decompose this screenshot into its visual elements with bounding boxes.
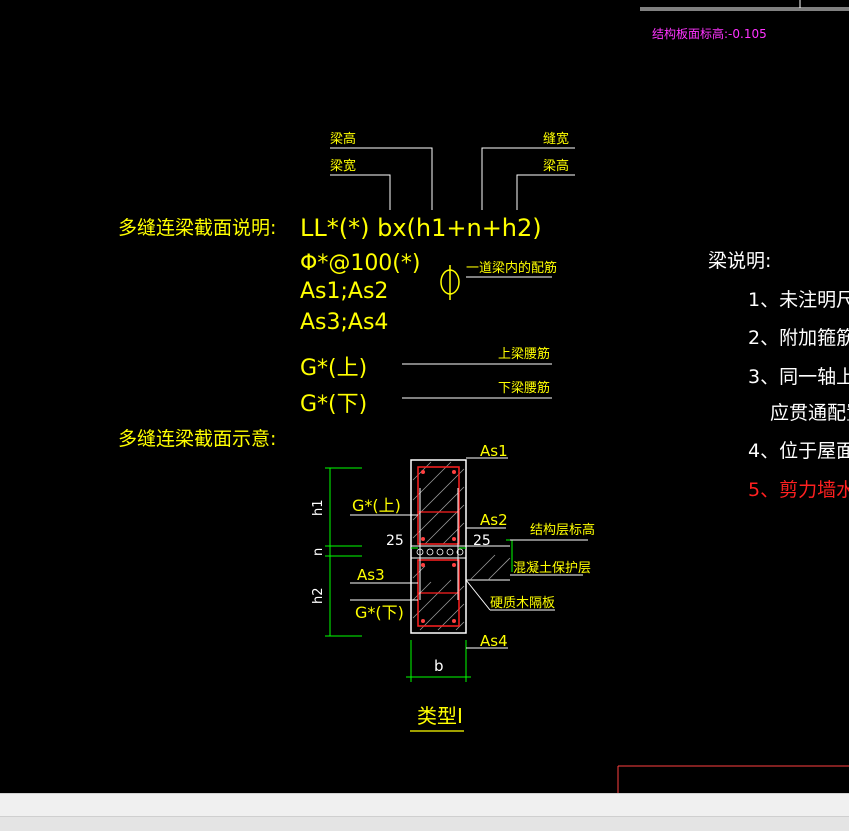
section-label-as2: As2 <box>480 511 508 529</box>
section-label-as3: As3 <box>357 566 385 584</box>
title-block-frame <box>617 765 849 793</box>
section-label-g-lower: G*(下) <box>355 603 404 622</box>
label-beam-width-left: 梁宽 <box>330 158 356 174</box>
beam-note-5: 5、剪力墙水平 <box>748 479 849 501</box>
dim-25-right: 25 <box>473 533 491 549</box>
note-cover: 混凝土保护层 <box>513 560 591 576</box>
note-hardboard: 硬质木隔板 <box>490 596 555 611</box>
formula-g-upper: G*(上) <box>300 356 367 381</box>
formula-g-lower: G*(下) <box>300 392 367 417</box>
formula-as12: As1;As2 <box>300 279 388 304</box>
formula-as34: As3;As4 <box>300 310 388 335</box>
beam-note-3b: 应贯通配置 <box>770 402 849 424</box>
title-explain: 多缝连梁截面说明: <box>118 217 276 239</box>
label-seam-width: 缝宽 <box>543 131 569 147</box>
dim-h2: h2 <box>311 587 326 604</box>
dim-n: n <box>311 548 326 556</box>
beam-notes-title: 梁说明: <box>708 250 771 272</box>
note-struct-level: 结构层标高 <box>530 522 595 538</box>
dim-25-left: 25 <box>386 533 404 549</box>
note-upper-waist: 上梁腰筋 <box>498 346 550 362</box>
section-label-as1: As1 <box>480 442 508 460</box>
cad-drawing-canvas[interactable]: 结构板面标高:-0.105 梁高 梁宽 缝宽 梁高 多缝连梁截面说明: LL*(… <box>0 0 849 793</box>
drawing-frame <box>640 0 849 11</box>
status-bar <box>0 793 849 831</box>
stirrup-symbol-icon <box>440 265 460 300</box>
dim-h1: h1 <box>311 499 326 516</box>
elevation-label: 结构板面标高:-0.105 <box>652 26 767 41</box>
section-label-as4: As4 <box>480 632 508 650</box>
beam-note-1: 1、未注明尺寸 <box>748 289 849 311</box>
title-schematic: 多缝连梁截面示意: <box>118 428 276 450</box>
formula-ll: LL*(*) bx(h1+n+h2) <box>300 214 542 242</box>
section-label-g-upper: G*(上) <box>352 496 401 515</box>
label-beam-height-right: 梁高 <box>543 158 569 174</box>
beam-note-2: 2、附加箍筋设 <box>748 327 849 349</box>
type-label: 类型I <box>417 704 463 728</box>
beam-note-3: 3、同一轴上相 <box>748 366 849 388</box>
note-lower-waist: 下梁腰筋 <box>498 380 550 396</box>
dim-b: b <box>434 657 444 675</box>
beam-note-4: 4、位于屋面处 <box>748 440 849 462</box>
label-beam-height-top: 梁高 <box>330 131 356 147</box>
note-stirrup-in-beam: 一道梁内的配筋 <box>466 260 557 276</box>
formula-stirrup: Φ*@100(*) <box>300 251 420 276</box>
